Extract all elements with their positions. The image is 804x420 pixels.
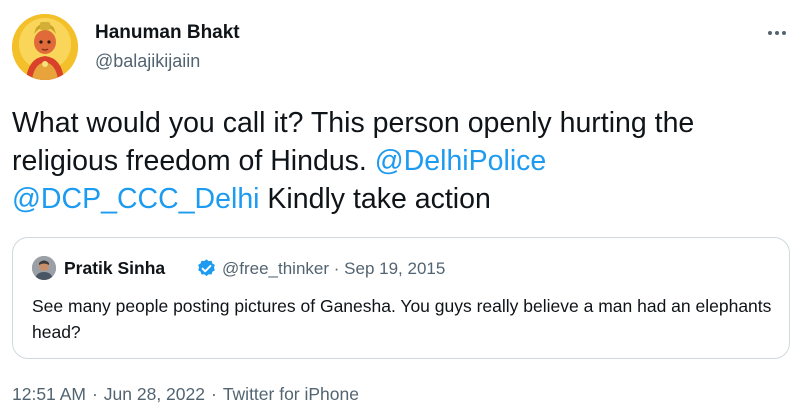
quoted-tweet-text: See many people posting pictures of Gane… (32, 296, 772, 342)
footer-separator: · (210, 384, 217, 404)
quoted-author-avatar[interactable] (32, 256, 56, 280)
verified-badge-icon (196, 258, 217, 279)
tweet-source[interactable]: Twitter for iPhone (223, 384, 359, 404)
meta-separator: · (333, 259, 340, 278)
author-name[interactable]: Hanuman Bhakt (95, 22, 240, 44)
tweet-footer: 12:51 AM · Jun 28, 2022 · Twitter for iPhone (12, 384, 359, 405)
mention-dcp-ccc-delhi[interactable]: @DCP_CCC_Delhi (12, 183, 260, 215)
quoted-tweet[interactable]: Pratik Sinha @free_thinker · Sep 19, 201… (12, 237, 790, 359)
more-horizontal-icon (768, 31, 772, 35)
more-horizontal-icon (782, 31, 786, 35)
author-avatar-image (12, 14, 78, 80)
author-avatar[interactable] (12, 14, 78, 80)
quoted-tweet-meta: @free_thinker · Sep 19, 2015 (222, 259, 445, 279)
quoted-tweet-date[interactable]: Sep 19, 2015 (344, 259, 445, 278)
tweet-card: Hanuman Bhakt @balajikijaiin What would … (0, 0, 804, 420)
quoted-author-avatar-image (32, 256, 56, 280)
tweet-text: What would you call it? This person open… (12, 104, 797, 218)
quoted-author-name[interactable]: Pratik Sinha (64, 258, 165, 279)
tweet-date[interactable]: Jun 28, 2022 (104, 384, 205, 404)
more-options-button[interactable] (762, 20, 792, 46)
mention-delhipolice[interactable]: @DelhiPolice (375, 145, 547, 177)
tweet-text-part2: Kindly take action (259, 183, 491, 215)
footer-separator: · (91, 384, 98, 404)
tweet-text-part1: What would you call it? This person open… (12, 107, 695, 177)
tweet-time[interactable]: 12:51 AM (12, 384, 86, 404)
quoted-author-handle[interactable]: @free_thinker (222, 259, 329, 278)
more-horizontal-icon (775, 31, 779, 35)
author-handle[interactable]: @balajikijaiin (95, 51, 200, 72)
